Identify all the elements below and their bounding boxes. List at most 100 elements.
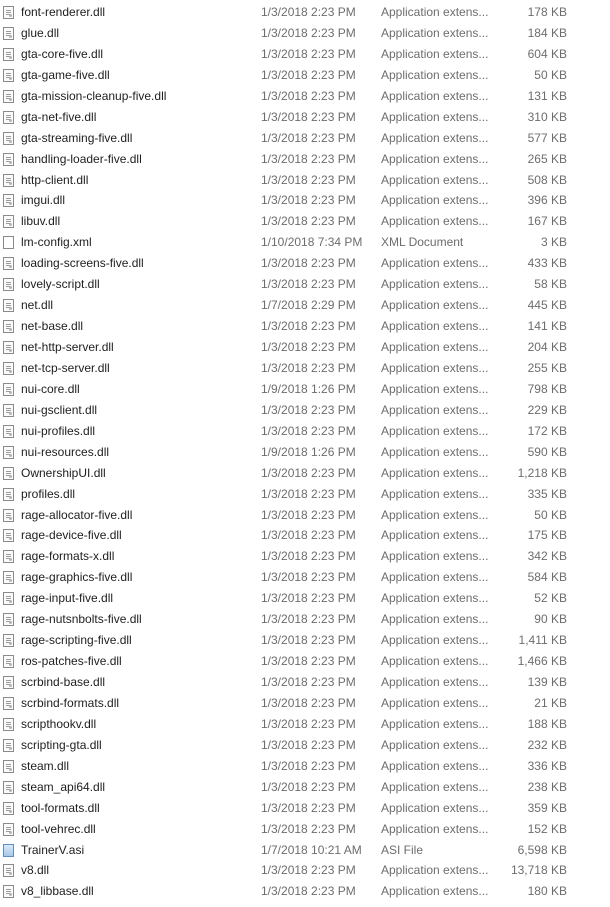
file-date-modified: 1/3/2018 2:23 PM — [261, 88, 356, 103]
file-row[interactable]: ros-patches-five.dll 1/3/2018 2:23 PM Appl… — [0, 651, 610, 672]
file-date-modified: 1/3/2018 2:23 PM — [261, 884, 356, 899]
dll-file-icon — [3, 6, 14, 19]
file-name: scrbind-base.dll — [21, 675, 106, 689]
file-row[interactable]: net-http-server.dll 1/3/2018 2:23 PM Appli… — [0, 337, 610, 358]
file-name: gta-core-five.dll — [21, 46, 104, 61]
dll-file-icon — [3, 508, 14, 522]
file-row[interactable]: scripting-gta.dll 1/3/2018 2:23 PM Applica… — [0, 735, 610, 756]
file-type: Application extens... — [381, 402, 489, 417]
file-row[interactable]: scrbind-formats.dll 1/3/2018 2:23 PM Appli… — [0, 693, 610, 714]
file-row[interactable]: rage-device-five.dll 1/3/2018 2:23 PM Appl… — [0, 525, 610, 546]
file-type: Application extens... — [381, 737, 489, 752]
file-date-modified: 1/3/2018 2:23 PM — [261, 591, 356, 606]
file-type: Application extens... — [381, 758, 489, 773]
file-row[interactable]: tool-formats.dll 1/3/2018 2:23 PM Applicat… — [0, 798, 610, 819]
file-date-modified: 1/3/2018 2:23 PM — [261, 402, 356, 417]
file-size: 204 KB — [527, 340, 567, 354]
file-row[interactable]: steam_api64.dll 1/3/2018 2:23 PM Applicati… — [0, 777, 610, 798]
file-date-modified: 1/7/2018 2:29 PM — [261, 298, 356, 313]
dll-file-icon — [3, 696, 14, 710]
dll-file-icon — [3, 445, 14, 459]
file-row[interactable]: tool-vehrec.dll 1/3/2018 2:23 PM Applicati… — [0, 819, 610, 840]
file-row[interactable]: TrainerV.asi 1/7/2018 10:21 AM ASI File 6,5… — [0, 840, 610, 861]
file-name: nui-resources.dll — [21, 444, 110, 459]
dll-file-icon — [3, 47, 14, 61]
file-row[interactable]: net-base.dll 1/3/2018 2:23 PM Application … — [0, 316, 610, 337]
file-row[interactable]: scripthookv.dll 1/3/2018 2:23 PM Applicati… — [0, 714, 610, 735]
file-row[interactable]: font-renderer.dll 1/3/2018 2:23 PM Applica… — [0, 2, 610, 23]
file-row[interactable]: nui-gsclient.dll 1/3/2018 2:23 PM Applicat… — [0, 400, 610, 421]
dll-file-icon — [3, 152, 14, 166]
file-row[interactable]: scrbind-base.dll 1/3/2018 2:23 PM Applicat… — [0, 672, 610, 693]
file-row[interactable]: lovely-script.dll 1/3/2018 2:23 PM Applica… — [0, 274, 610, 295]
file-row[interactable]: nui-profiles.dll 1/3/2018 2:23 PM Applicat… — [0, 421, 610, 442]
file-row[interactable]: handling-loader-five.dll 1/3/2018 2:23 PM… — [0, 149, 610, 170]
file-row[interactable]: rage-nutsnbolts-five.dll 1/3/2018 2:23 PM… — [0, 609, 610, 630]
file-type: Application extens... — [381, 695, 489, 710]
file-row[interactable]: steam.dll 1/3/2018 2:23 PM Application ext… — [0, 756, 610, 777]
file-size: 445 KB — [527, 298, 567, 313]
file-date-modified: 1/3/2018 2:23 PM — [261, 570, 356, 585]
file-name: rage-allocator-five.dll — [21, 507, 133, 522]
file-size: 1,218 KB — [517, 465, 567, 480]
file-type: Application extens... — [381, 800, 489, 815]
file-date-modified: 1/3/2018 2:23 PM — [261, 863, 356, 878]
file-type: Application extens... — [381, 25, 489, 40]
file-row[interactable]: profiles.dll 1/3/2018 2:23 PM Application … — [0, 484, 610, 505]
file-row[interactable]: loading-screens-five.dll 1/3/2018 2:23 PM… — [0, 253, 610, 274]
file-row[interactable]: nui-resources.dll 1/9/2018 1:26 PM Applica… — [0, 442, 610, 463]
file-name: gta-streaming-five.dll — [21, 130, 133, 145]
file-type: Application extens... — [381, 256, 489, 271]
file-size: 590 KB — [527, 444, 567, 459]
file-row[interactable]: gta-game-five.dll 1/3/2018 2:23 PM Applica… — [0, 65, 610, 86]
file-row[interactable]: gta-core-five.dll 1/3/2018 2:23 PM Applica… — [0, 44, 610, 65]
file-row[interactable]: nui-core.dll 1/9/2018 1:26 PM Application … — [0, 379, 610, 400]
dll-file-icon — [3, 487, 14, 501]
file-type: Application extens... — [381, 193, 489, 208]
file-row[interactable]: OwnershipUI.dll 1/3/2018 2:23 PM Applicati… — [0, 463, 610, 484]
file-row[interactable]: rage-formats-x.dll 1/3/2018 2:23 PM Applic… — [0, 546, 610, 567]
dll-file-icon — [3, 466, 14, 480]
file-size: 141 KB — [527, 319, 567, 334]
file-row[interactable]: glue.dll 1/3/2018 2:23 PM Application exte… — [0, 23, 610, 44]
file-row[interactable]: rage-scripting-five.dll 1/3/2018 2:23 PM A… — [0, 630, 610, 651]
file-name: rage-formats-x.dll — [21, 549, 115, 564]
file-date-modified: 1/3/2018 2:23 PM — [261, 695, 356, 710]
file-name: steam.dll — [21, 758, 70, 773]
file-type: Application extens... — [381, 151, 489, 166]
dll-file-icon — [3, 885, 14, 899]
file-row[interactable]: net-tcp-server.dll 1/3/2018 2:23 PM Applic… — [0, 358, 610, 379]
file-row[interactable]: rage-allocator-five.dll 1/3/2018 2:23 PM A… — [0, 505, 610, 526]
file-row[interactable]: http-client.dll 1/3/2018 2:23 PM Applicati… — [0, 170, 610, 191]
file-type: Application extens... — [381, 507, 489, 522]
dll-file-icon — [3, 655, 14, 669]
file-type: Application extens... — [381, 612, 489, 627]
dll-file-icon — [3, 278, 14, 292]
file-row[interactable]: v8_libbase.dll 1/3/2018 2:23 PM Applicatio… — [0, 881, 610, 902]
file-type: Application extens... — [381, 67, 489, 82]
file-name: imgui.dll — [21, 193, 66, 208]
file-row[interactable]: libuv.dll 1/3/2018 2:23 PM Application ext… — [0, 211, 610, 232]
file-row[interactable]: gta-streaming-five.dll 1/3/2018 2:23 PM Ap… — [0, 128, 610, 149]
file-size: 577 KB — [527, 130, 567, 145]
file-size: 342 KB — [527, 549, 567, 564]
file-date-modified: 1/3/2018 2:23 PM — [261, 360, 356, 375]
file-row[interactable]: lm-config.xml 1/10/2018 7:34 PM XML Docume… — [0, 232, 610, 253]
file-size: 508 KB — [527, 172, 567, 187]
file-row[interactable]: imgui.dll 1/3/2018 2:23 PM Application ext… — [0, 190, 610, 211]
file-row[interactable]: v8.dll 1/3/2018 2:23 PM Application extens… — [0, 860, 610, 881]
file-row[interactable]: gta-net-five.dll 1/3/2018 2:23 PM Applicat… — [0, 107, 610, 128]
file-size: 52 KB — [534, 591, 567, 606]
file-size: 336 KB — [527, 758, 567, 773]
dll-file-icon — [3, 26, 14, 40]
file-date-modified: 1/3/2018 2:23 PM — [261, 800, 356, 815]
file-row[interactable]: rage-input-five.dll 1/3/2018 2:23 PM Appli… — [0, 588, 610, 609]
file-row[interactable]: rage-graphics-five.dll 1/3/2018 2:23 PM Ap… — [0, 567, 610, 588]
dll-file-icon — [3, 194, 14, 208]
file-row[interactable]: gta-mission-cleanup-five.dll 1/3/2018 2:2… — [0, 86, 610, 107]
file-name: rage-nutsnbolts-five.dll — [21, 612, 142, 627]
file-name: steam_api64.dll — [21, 779, 106, 794]
file-row[interactable]: net.dll 1/7/2018 2:29 PM Application exten… — [0, 295, 610, 316]
file-size: 396 KB — [527, 193, 567, 208]
file-type: Application extens... — [381, 5, 489, 19]
